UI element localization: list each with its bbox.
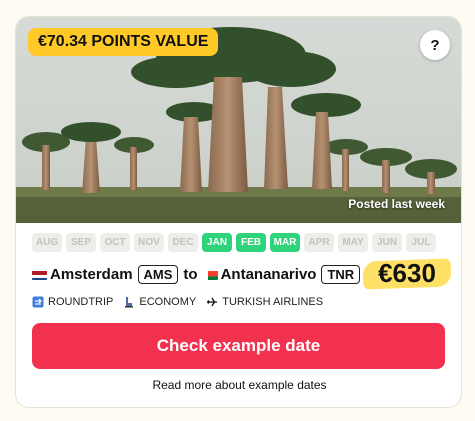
cabin-class-label: ECONOMY	[139, 296, 197, 308]
points-value-badge: €70.34 POINTS VALUE	[28, 28, 219, 56]
price-tag: €630	[362, 256, 452, 290]
month-chip: NOV	[134, 233, 164, 252]
trip-type: ROUNDTRIP	[32, 296, 113, 308]
airline: TURKISH AIRLINES	[206, 296, 323, 308]
month-chip: DEC	[168, 233, 198, 252]
route-connector: to	[183, 265, 198, 283]
month-chip: JUL	[406, 233, 436, 252]
airline-label: TURKISH AIRLINES	[222, 296, 324, 308]
month-chip: MAY	[338, 233, 368, 252]
origin-airport-code: AMS	[137, 264, 179, 284]
posted-time: Posted last week	[348, 197, 445, 211]
trip-type-label: ROUNDTRIP	[48, 296, 114, 308]
month-chip-active: JAN	[202, 233, 232, 252]
help-button[interactable]: ?	[420, 30, 450, 60]
roundtrip-icon	[32, 296, 44, 308]
seat-icon	[123, 296, 135, 308]
airplane-icon	[206, 296, 218, 308]
check-example-date-button[interactable]: Check example date	[32, 323, 445, 369]
destination-airport-code: TNR	[321, 264, 361, 284]
origin-city: Amsterdam	[50, 265, 133, 283]
deal-card[interactable]: €70.34 POINTS VALUE ? Posted last week A…	[15, 16, 462, 408]
month-chip: JUN	[372, 233, 402, 252]
month-chip: SEP	[66, 233, 96, 252]
madagascar-flag-icon	[202, 269, 218, 280]
month-chip-active: FEB	[236, 233, 266, 252]
month-chip-active: MAR	[270, 233, 300, 252]
month-chip: APR	[304, 233, 334, 252]
month-chip: OCT	[100, 233, 130, 252]
price: €630	[378, 258, 436, 288]
trip-details: ROUNDTRIP ECONOMY TURKISH AIRLINES	[32, 296, 323, 308]
cabin-class: ECONOMY	[123, 296, 196, 308]
netherlands-flag-icon	[32, 269, 47, 280]
read-more-link[interactable]: Read more about example dates	[16, 378, 461, 392]
route: Amsterdam AMS to Antananarivo TNR	[32, 263, 361, 285]
destination-city: Antananarivo	[220, 265, 317, 283]
month-chip: AUG	[32, 233, 62, 252]
travel-months: AUG SEP OCT NOV DEC JAN FEB MAR APR MAY …	[32, 233, 436, 252]
